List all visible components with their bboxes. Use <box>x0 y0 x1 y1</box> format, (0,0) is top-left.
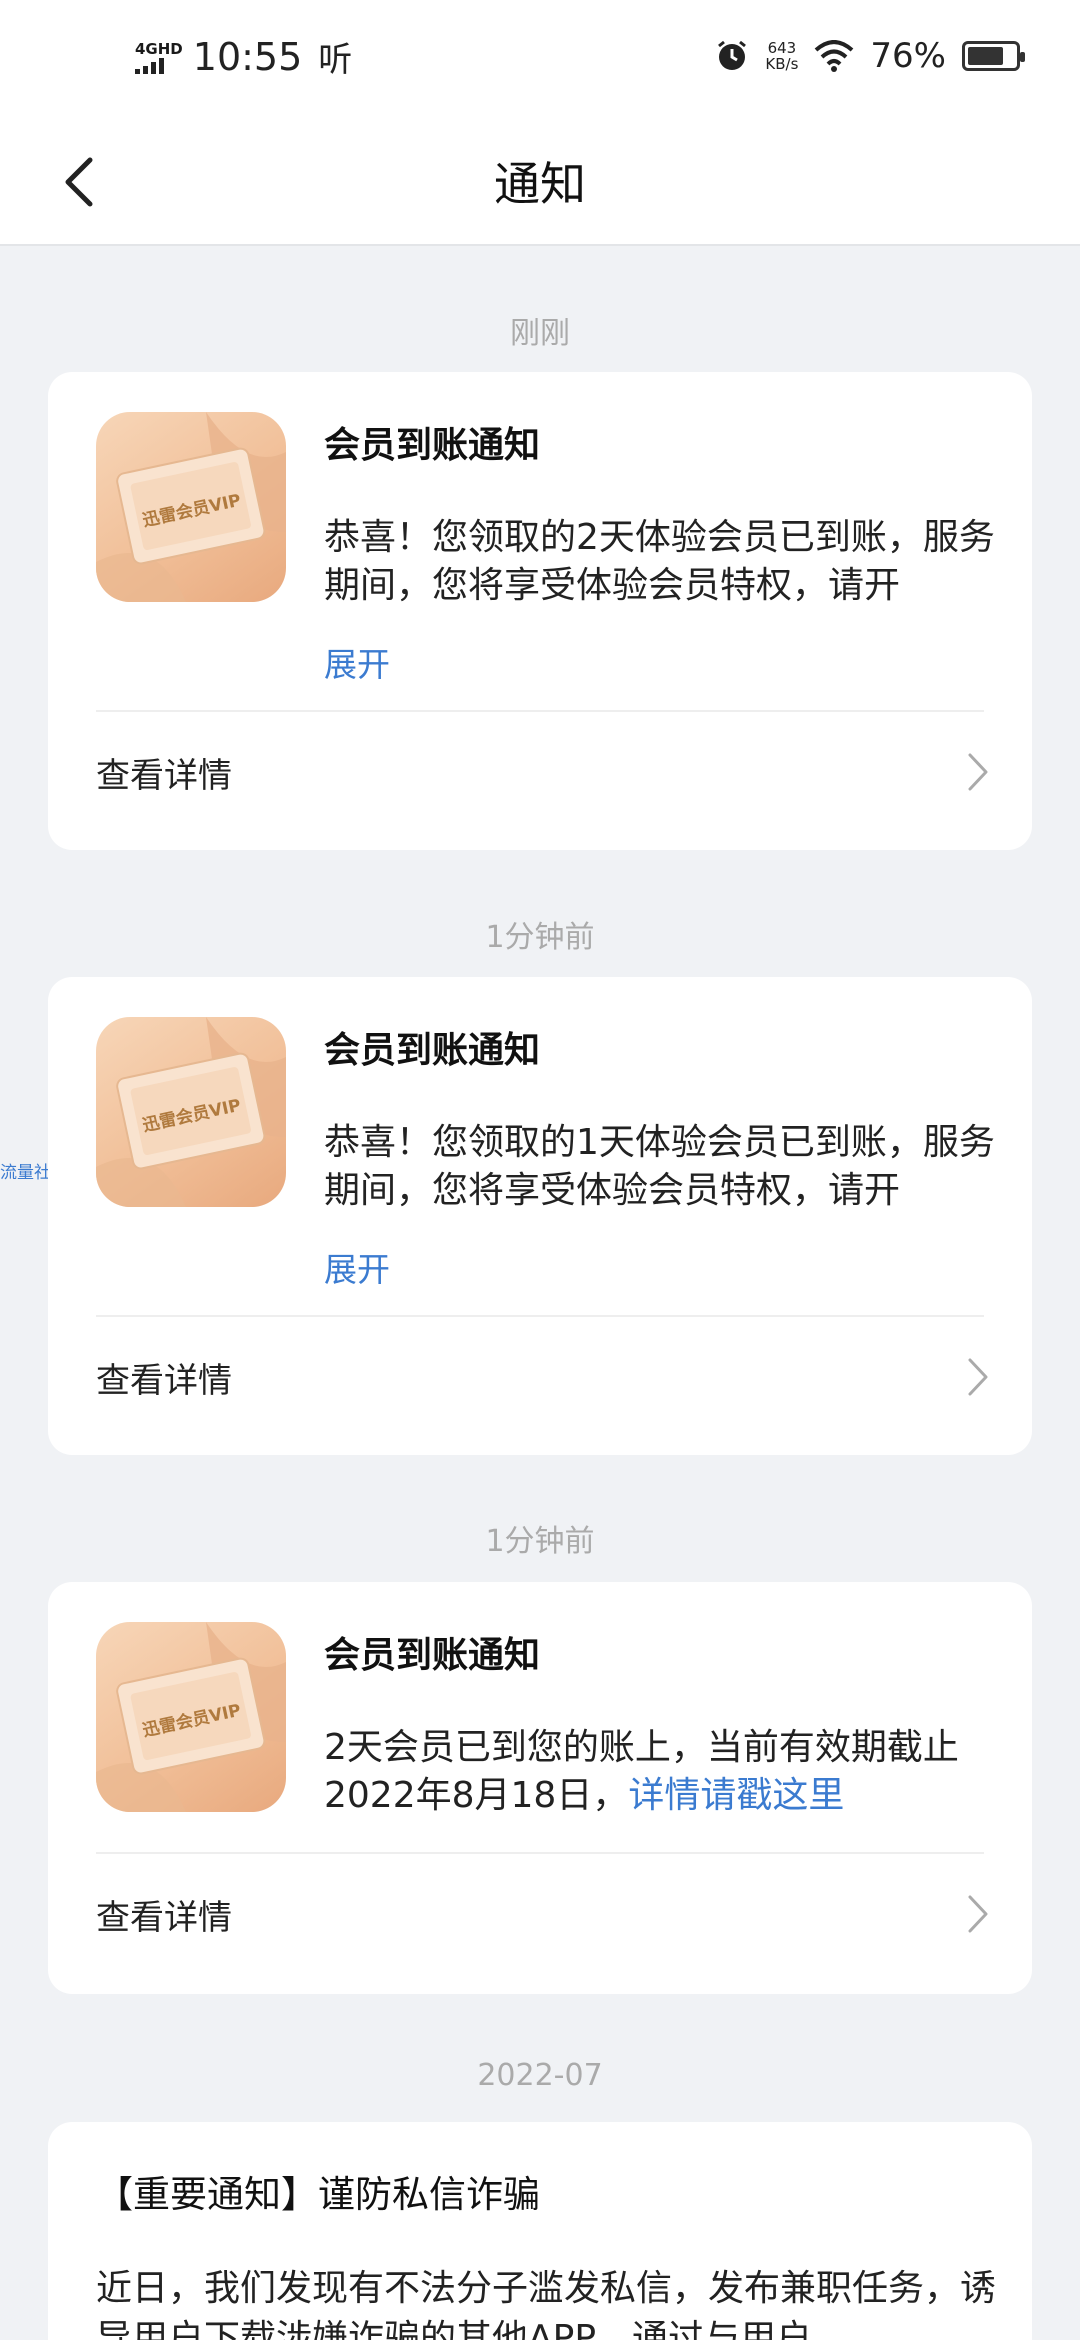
battery-icon <box>962 41 1025 71</box>
view-details-row[interactable]: 查看详情 <box>96 1317 992 1437</box>
wifi-icon <box>815 40 854 72</box>
chevron-right-icon <box>968 1895 988 1933</box>
status-bar: 4GHD 10:55 听 643 KB/s 76% <box>0 0 1080 120</box>
time-label: 1分钟前 <box>485 1524 595 1559</box>
view-details-label: 查看详情 <box>96 1360 232 1401</box>
view-details-label: 查看详情 <box>96 1897 232 1938</box>
vip-card-icon: 迅雷会员VIP <box>96 412 286 602</box>
time-label: 2022-07 <box>477 2058 603 2093</box>
card-title: 会员到账通知 <box>324 1635 541 1676</box>
card-title: 会员到账通知 <box>324 425 541 466</box>
notification-card[interactable]: 迅雷会员VIP 会员到账通知 2天会员已到您的账上，当前有效期截止2022年8月… <box>48 1582 1032 1994</box>
chevron-right-icon <box>968 1358 988 1396</box>
clock: 10:55 <box>192 34 303 79</box>
time-label: 1分钟前 <box>485 920 595 955</box>
vip-card-icon: 迅雷会员VIP <box>96 1622 286 1812</box>
card-body: 近日，我们发现有不法分子滥发私信，发布兼职任务，诱导用户下载涉嫌诈骗的其他APP… <box>96 2268 996 2340</box>
vip-card-icon: 迅雷会员VIP <box>96 1017 286 1207</box>
listen-indicator: 听 <box>318 40 353 80</box>
signal-icon <box>135 57 183 74</box>
speed-unit: KB/s <box>765 55 799 73</box>
view-details-row[interactable]: 查看详情 <box>96 712 992 832</box>
details-link[interactable]: 详情请戳这里 <box>628 1775 844 1816</box>
expand-link[interactable]: 展开 <box>324 638 390 686</box>
time-label: 刚刚 <box>510 316 570 351</box>
card-body: 恭喜！您领取的2天体验会员已到账，服务期间，您将享受体验会员特权，请开 <box>324 517 995 606</box>
status-right: 643 KB/s 76% <box>715 36 1025 76</box>
card-body: 2天会员已到您的账上，当前有效期截止2022年8月18日，详情请戳这里 <box>324 1724 1004 1820</box>
page-title: 通知 <box>494 157 586 211</box>
card-title: 【重要通知】谨防私信诈骗 <box>96 2173 540 2216</box>
battery-percent: 76% <box>870 36 946 76</box>
card-body: 恭喜！您领取的1天体验会员已到账，服务期间，您将享受体验会员特权，请开 <box>324 1122 995 1211</box>
nav-bar: 通知 <box>0 120 1080 246</box>
status-left: 4GHD 10:55 听 <box>135 32 352 81</box>
notification-card[interactable]: 迅雷会员VIP 会员到账通知 恭喜！您领取的1天体验会员已到账，服务期间，您将享… <box>48 977 1032 1455</box>
notification-card[interactable]: 【重要通知】谨防私信诈骗 近日，我们发现有不法分子滥发私信，发布兼职任务，诱导用… <box>48 2122 1032 2340</box>
network-speed: 643 KB/s <box>765 40 798 72</box>
alarm-icon <box>718 40 747 70</box>
view-details-row[interactable]: 查看详情 <box>96 1854 992 1974</box>
expand-link[interactable]: 展开 <box>324 1243 390 1291</box>
chevron-right-icon <box>968 753 988 791</box>
view-details-label: 查看详情 <box>96 755 232 796</box>
network-type: 4GHD <box>135 39 183 58</box>
notification-card[interactable]: 迅雷会员VIP 会员到账通知 恭喜！您领取的2天体验会员已到账，服务期间，您将享… <box>48 372 1032 850</box>
notification-page: 4GHD 10:55 听 643 KB/s 76% 通知 流量社区 刚刚 迅雷会… <box>0 0 1080 2340</box>
network-indicator: 4GHD <box>135 40 183 74</box>
speed-value: 643 <box>767 39 797 57</box>
card-title: 会员到账通知 <box>324 1030 541 1071</box>
